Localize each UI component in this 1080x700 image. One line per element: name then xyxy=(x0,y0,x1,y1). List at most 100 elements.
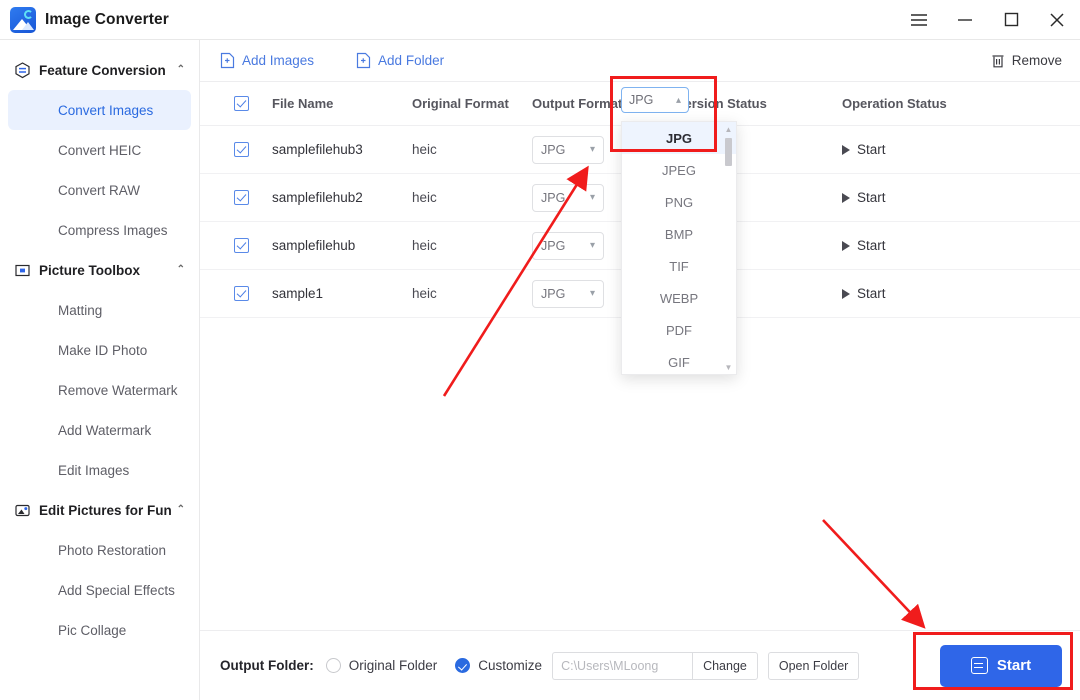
sidebar: Feature Conversion ⌃ Convert Images Conv… xyxy=(0,40,200,700)
row-start-action[interactable]: Start xyxy=(842,238,1002,253)
minimize-icon[interactable] xyxy=(942,0,988,40)
sidebar-item-label: Add Watermark xyxy=(58,422,152,438)
row-checkbox[interactable] xyxy=(200,142,272,157)
chevron-up-icon[interactable]: ⌃ xyxy=(177,65,185,75)
option-gif[interactable]: GIF xyxy=(622,346,736,374)
chevron-up-icon[interactable]: ⌃ xyxy=(177,505,185,515)
radio-customize[interactable] xyxy=(455,658,471,673)
chevron-up-icon[interactable]: ⌃ xyxy=(177,265,185,275)
chevron-down-icon: ▾ xyxy=(589,240,595,251)
select-all-checkbox[interactable] xyxy=(200,96,272,111)
output-format-dropdown[interactable]: JPG ▴ JPG JPEG PNG BMP TIF WEBP PDF GIF … xyxy=(621,87,737,375)
output-format-selected-value: JPG xyxy=(629,93,654,107)
play-icon xyxy=(842,288,850,299)
original-folder-label: Original Folder xyxy=(348,658,438,673)
sidebar-group-feature-conversion[interactable]: Feature Conversion ⌃ xyxy=(0,50,199,90)
add-folder-label: Add Folder xyxy=(378,53,445,68)
row-start-label: Start xyxy=(857,238,886,253)
app-title: Image Converter xyxy=(45,10,169,28)
row-output-format-value: JPG xyxy=(541,190,566,205)
customize-label: Customize xyxy=(478,658,543,673)
sidebar-item-label: Edit Images xyxy=(58,462,130,478)
chevron-up-icon: ▴ xyxy=(675,94,681,106)
sidebar-item-label: Add Special Effects xyxy=(58,582,175,598)
option-webp[interactable]: WEBP xyxy=(622,282,736,314)
sidebar-item-label: Convert RAW xyxy=(58,182,141,198)
sidebar-item-make-id-photo[interactable]: Make ID Photo xyxy=(8,330,191,370)
row-start-label: Start xyxy=(857,286,886,301)
add-folder-button[interactable]: Add Folder xyxy=(356,52,444,69)
output-folder-label: Output Folder: xyxy=(220,658,314,673)
option-bmp[interactable]: BMP xyxy=(622,218,736,250)
sidebar-item-label: Compress Images xyxy=(58,222,168,238)
sidebar-item-pic-collage[interactable]: Pic Collage xyxy=(8,610,191,650)
sidebar-item-convert-raw[interactable]: Convert RAW xyxy=(8,170,191,210)
option-png[interactable]: PNG xyxy=(622,186,736,218)
sidebar-item-compress-images[interactable]: Compress Images xyxy=(8,210,191,250)
scrollbar-thumb[interactable] xyxy=(725,138,732,166)
sidebar-item-label: Convert HEIC xyxy=(58,142,142,158)
output-path-input[interactable]: C:\Users\MLoong xyxy=(552,651,693,680)
footer-bar: Output Folder: Original Folder Customize… xyxy=(200,630,1080,700)
row-file-name: samplefilehub xyxy=(272,238,356,253)
dropdown-scrollbar[interactable]: ▲ ▼ xyxy=(724,126,733,372)
open-folder-button[interactable]: Open Folder xyxy=(767,651,860,680)
add-file-icon xyxy=(220,52,235,69)
sidebar-item-convert-images[interactable]: Convert Images xyxy=(8,90,191,130)
row-original-format: heic xyxy=(412,142,437,157)
row-file-name: samplefilehub3 xyxy=(272,142,363,157)
row-checkbox[interactable] xyxy=(200,286,272,301)
output-format-option-list[interactable]: JPG JPEG PNG BMP TIF WEBP PDF GIF ▲ ▼ xyxy=(621,121,737,375)
row-output-format-value: JPG xyxy=(541,238,566,253)
start-button-label: Start xyxy=(996,657,1032,674)
convert-icon xyxy=(970,657,988,674)
row-original-format: heic xyxy=(412,190,437,205)
row-output-format-value: JPG xyxy=(541,286,566,301)
sidebar-item-label: Photo Restoration xyxy=(58,542,167,558)
row-output-format-value: JPG xyxy=(541,142,566,157)
add-images-button[interactable]: Add Images xyxy=(220,52,314,69)
sidebar-group-picture-toolbox[interactable]: Picture Toolbox ⌃ xyxy=(0,250,199,290)
sidebar-item-matting[interactable]: Matting xyxy=(8,290,191,330)
row-start-action[interactable]: Start xyxy=(842,190,1002,205)
toolbar: Add Images Add Folder Remove xyxy=(200,40,1080,82)
row-checkbox[interactable] xyxy=(200,190,272,205)
scroll-up-arrow-icon[interactable]: ▲ xyxy=(724,126,733,134)
add-folder-icon xyxy=(356,52,371,69)
chevron-down-icon: ▾ xyxy=(589,288,595,299)
sidebar-item-edit-images[interactable]: Edit Images xyxy=(8,450,191,490)
column-file-name: File Name xyxy=(272,96,334,111)
sidebar-item-label: Make ID Photo xyxy=(58,342,148,358)
column-original-format: Original Format xyxy=(412,96,509,111)
sidebar-item-photo-restoration[interactable]: Photo Restoration xyxy=(8,530,191,570)
row-start-action[interactable]: Start xyxy=(842,142,1002,157)
change-folder-button[interactable]: Change xyxy=(692,651,758,680)
sidebar-item-add-special-effects[interactable]: Add Special Effects xyxy=(8,570,191,610)
sidebar-item-convert-heic[interactable]: Convert HEIC xyxy=(8,130,191,170)
sidebar-group-label: Feature Conversion xyxy=(39,62,166,78)
title-bar: Image Converter xyxy=(0,0,1080,40)
option-tif[interactable]: TIF xyxy=(622,250,736,282)
row-original-format: heic xyxy=(412,238,437,253)
sidebar-group-label: Edit Pictures for Fun xyxy=(39,502,172,518)
image-converter-window: Image Converter Feature Conversion ⌃ Con… xyxy=(0,0,1080,700)
row-checkbox[interactable] xyxy=(200,238,272,253)
sidebar-item-remove-watermark[interactable]: Remove Watermark xyxy=(8,370,191,410)
row-start-action[interactable]: Start xyxy=(842,286,1002,301)
maximize-icon[interactable] xyxy=(988,0,1034,40)
option-pdf[interactable]: PDF xyxy=(622,314,736,346)
scroll-down-arrow-icon[interactable]: ▼ xyxy=(724,364,733,372)
menu-icon[interactable] xyxy=(896,0,942,40)
toolbox-icon xyxy=(14,262,31,279)
close-icon[interactable] xyxy=(1034,0,1080,40)
start-conversion-button[interactable]: Start xyxy=(940,644,1062,687)
trash-icon xyxy=(991,53,1005,69)
sidebar-item-label: Remove Watermark xyxy=(58,382,178,398)
option-jpg[interactable]: JPG xyxy=(622,122,736,154)
sidebar-item-add-watermark[interactable]: Add Watermark xyxy=(8,410,191,450)
radio-original-folder[interactable] xyxy=(325,658,341,673)
sidebar-group-edit-pictures-for-fun[interactable]: Edit Pictures for Fun ⌃ xyxy=(0,490,199,530)
remove-button[interactable]: Remove xyxy=(991,53,1062,69)
option-jpeg[interactable]: JPEG xyxy=(622,154,736,186)
output-format-dropdown-button[interactable]: JPG ▴ xyxy=(621,87,689,113)
